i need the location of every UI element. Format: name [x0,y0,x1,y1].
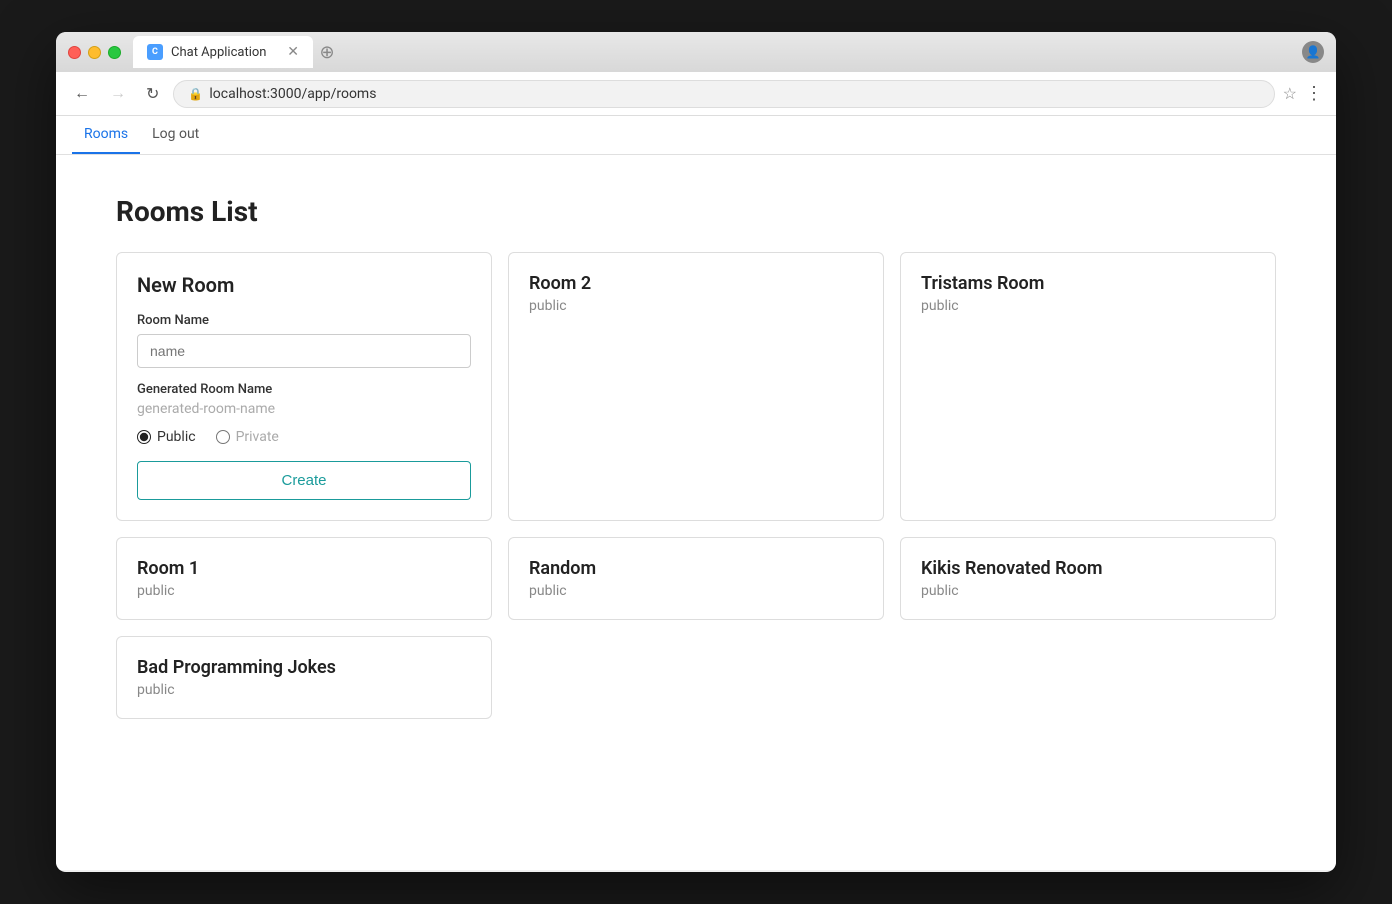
new-room-card: New Room Room Name Generated Room Name g… [116,252,492,521]
public-radio-input[interactable] [137,430,151,444]
room-card-name: Room 1 [137,558,471,579]
tab-title: Chat Application [171,45,279,60]
public-radio-text: Public [157,429,196,445]
room-card-kikis[interactable]: Kikis Renovated Room public [900,537,1276,620]
page-title: Rooms List [116,195,1276,228]
lock-icon: 🔒 [188,87,203,101]
room-card-visibility: public [137,583,471,599]
browser-window: C Chat Application ✕ ⊕ 👤 ← → ↻ 🔒 localho… [56,32,1336,872]
active-tab[interactable]: C Chat Application ✕ [133,36,313,68]
room-name-input[interactable] [137,334,471,368]
address-bar-input[interactable]: 🔒 localhost:3000/app/rooms [173,80,1274,108]
back-button[interactable]: ← [68,81,96,107]
room-card-visibility: public [137,682,471,698]
create-button[interactable]: Create [137,461,471,500]
room-card-visibility: public [529,583,863,599]
new-tab-button[interactable]: ⊕ [313,38,341,66]
nav-logout[interactable]: Log out [140,116,211,154]
room-card-room2[interactable]: Room 2 public [508,252,884,521]
public-radio-label[interactable]: Public [137,429,196,445]
browser-menu-icon[interactable]: ⋮ [1305,83,1324,104]
tab-area: C Chat Application ✕ ⊕ [133,36,1302,68]
room-card-name: Bad Programming Jokes [137,657,471,678]
window-user-icon: 👤 [1302,41,1324,63]
room-card-badprogramming[interactable]: Bad Programming Jokes public [116,636,492,719]
tab-favicon: C [147,44,163,60]
app-nav: Rooms Log out [56,116,1336,155]
bookmark-icon[interactable]: ☆ [1283,84,1297,103]
room-card-visibility: public [921,298,1255,314]
rooms-grid: New Room Room Name Generated Room Name g… [116,252,1276,719]
generated-room-name-value: generated-room-name [137,401,471,417]
minimize-button[interactable] [88,46,101,59]
new-room-title: New Room [137,273,471,297]
room-name-label: Room Name [137,313,471,328]
url-text: localhost:3000/app/rooms [209,86,1259,102]
room-card-room1[interactable]: Room 1 public [116,537,492,620]
room-card-name: Random [529,558,863,579]
main-content: Rooms List New Room Room Name Generated … [56,155,1336,870]
new-tab-icon: ⊕ [319,42,334,63]
room-card-name: Kikis Renovated Room [921,558,1255,579]
refresh-button[interactable]: ↻ [140,80,165,108]
private-radio-text: Private [236,429,279,445]
room-card-visibility: public [529,298,863,314]
nav-rooms[interactable]: Rooms [72,116,140,154]
room-card-tristams[interactable]: Tristams Room public [900,252,1276,521]
tab-close-icon[interactable]: ✕ [287,45,299,59]
title-bar: C Chat Application ✕ ⊕ 👤 [56,32,1336,72]
maximize-button[interactable] [108,46,121,59]
forward-button[interactable]: → [104,81,132,107]
private-radio-input[interactable] [216,430,230,444]
room-card-random[interactable]: Random public [508,537,884,620]
visibility-radio-group: Public Private [137,429,471,445]
room-card-name: Tristams Room [921,273,1255,294]
address-bar: ← → ↻ 🔒 localhost:3000/app/rooms ☆ ⋮ [56,72,1336,116]
room-card-visibility: public [921,583,1255,599]
generated-room-name-label: Generated Room Name [137,382,471,397]
room-card-name: Room 2 [529,273,863,294]
user-avatar: 👤 [1302,41,1324,63]
traffic-lights [68,46,121,59]
private-radio-label[interactable]: Private [216,429,279,445]
close-button[interactable] [68,46,81,59]
